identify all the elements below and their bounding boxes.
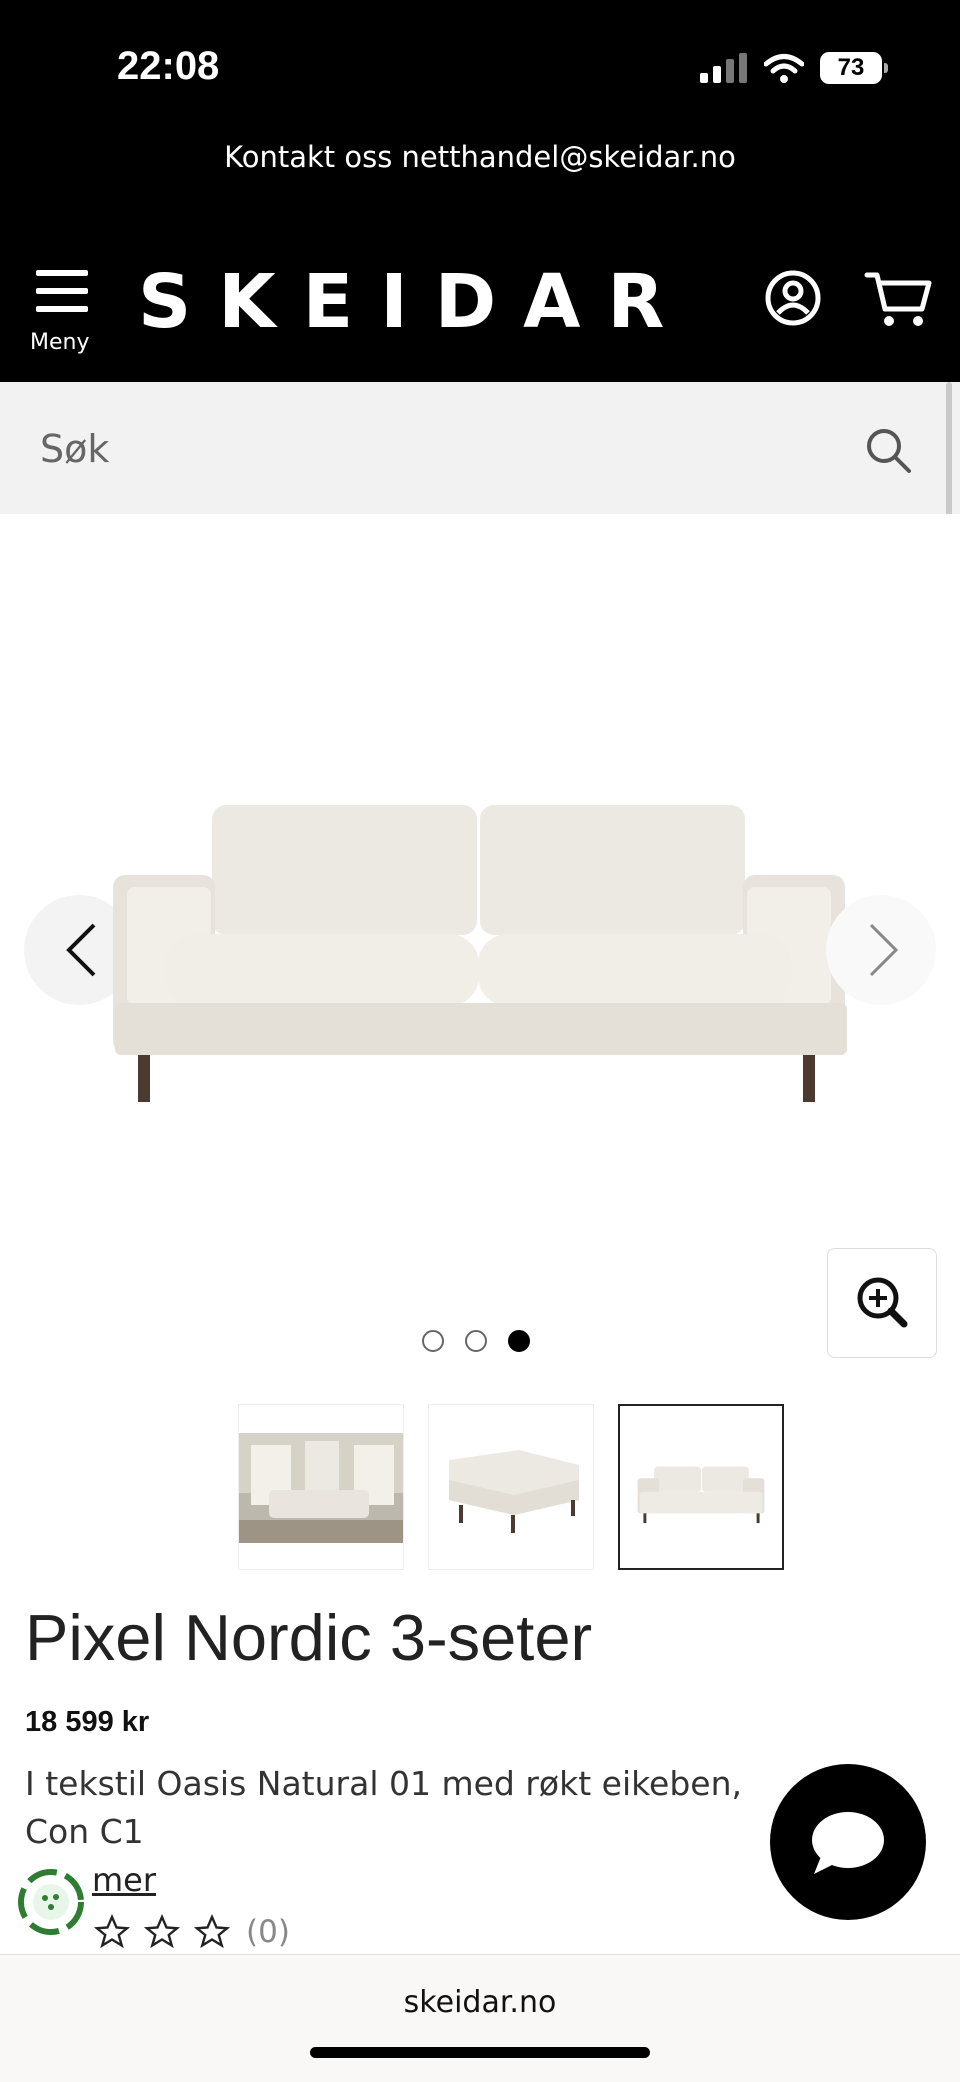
product-title: Pixel Nordic 3-seter	[25, 1601, 593, 1674]
star-outline-icon	[194, 1914, 230, 1949]
rating-count: (0)	[246, 1914, 290, 1950]
product-description: I tekstil Oasis Natural 01 med røkt eike…	[25, 1764, 743, 1851]
browser-bottom-bar: skeidar.no	[0, 1954, 960, 2082]
chat-bubble-icon	[812, 1812, 884, 1874]
chat-button[interactable]	[770, 1764, 926, 1920]
thumbnail-sofa-angle[interactable]	[428, 1404, 594, 1570]
cellular-signal-icon	[700, 53, 747, 83]
thumbnail-sofa-front[interactable]	[618, 1404, 784, 1570]
chevron-right-icon	[869, 923, 899, 977]
hamburger-icon	[36, 270, 88, 324]
cart-icon[interactable]	[864, 269, 932, 329]
sofa-product-image	[113, 805, 847, 1102]
status-icons: 73	[700, 52, 888, 84]
room-scene-thumbnail-image	[239, 1433, 403, 1543]
menu-label: Meny	[30, 330, 90, 355]
search-icon[interactable]	[864, 426, 914, 476]
site-header: Meny SKEIDAR	[0, 185, 960, 382]
wifi-icon	[764, 54, 804, 83]
sofa-angle-thumbnail-image	[449, 1450, 579, 1533]
product-rating[interactable]: (0)	[94, 1914, 290, 1950]
thumbnail-strip	[238, 1404, 784, 1570]
browser-url-domain[interactable]: skeidar.no	[0, 1985, 960, 2020]
zoom-in-icon	[857, 1277, 908, 1328]
skeidar-logo[interactable]: SKEIDAR	[138, 259, 691, 345]
star-outline-icon	[94, 1914, 130, 1949]
gallery-pagination	[422, 1330, 530, 1352]
read-more-link[interactable]: mer	[92, 1861, 156, 1899]
gallery-dot-active[interactable]	[508, 1330, 530, 1352]
home-indicator[interactable]	[310, 2047, 650, 2058]
sofa-front-thumbnail-image	[637, 1466, 765, 1524]
next-image-button[interactable]	[826, 895, 936, 1005]
battery-indicator: 73	[820, 52, 888, 84]
thumbnail-room-scene[interactable]	[238, 1404, 404, 1570]
status-bar: 22:08 73	[0, 0, 960, 140]
product-price: 18 599 kr	[25, 1706, 150, 1738]
search-input[interactable]	[38, 420, 822, 478]
gallery-dot[interactable]	[465, 1330, 487, 1352]
gallery-dot[interactable]	[422, 1330, 444, 1352]
contact-line[interactable]: Kontakt oss netthandel@skeidar.no	[0, 140, 960, 185]
account-icon[interactable]	[764, 269, 822, 327]
eco-recycle-badge-icon[interactable]	[15, 1866, 87, 1938]
status-time: 22:08	[117, 44, 220, 88]
search-bar	[0, 382, 960, 514]
zoom-button[interactable]	[827, 1248, 937, 1358]
star-outline-icon	[144, 1914, 180, 1949]
